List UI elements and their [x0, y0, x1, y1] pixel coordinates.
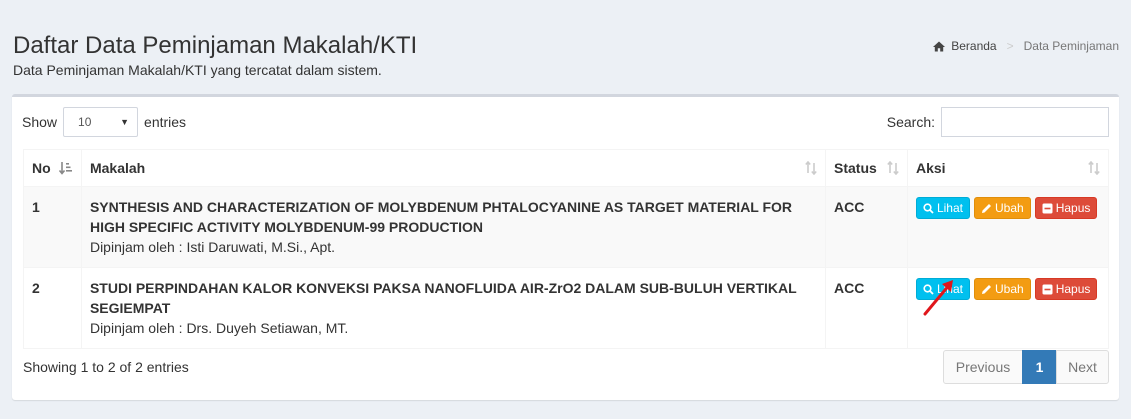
next-page-button[interactable]: Next — [1056, 350, 1109, 384]
table-top-controls: Show 10 ▼ entries Search: — [22, 106, 1109, 138]
column-header-status[interactable]: Status — [825, 149, 908, 187]
delete-button-label: Hapus — [1055, 282, 1091, 296]
view-button[interactable]: Lihat — [915, 278, 970, 300]
minus-square-icon — [1042, 203, 1053, 213]
sort-both-icon — [887, 160, 899, 178]
column-header-label: No — [32, 160, 51, 176]
sort-asc-icon — [58, 161, 73, 178]
makalah-cell: STUDI PERPINDAHAN KALOR KONVEKSI PAKSA N… — [80, 267, 827, 349]
delete-button-label: Hapus — [1055, 201, 1091, 215]
breadcrumb-separator: > — [1006, 39, 1014, 53]
breadcrumb-current: Data Peminjaman — [1023, 39, 1119, 53]
search-input[interactable] — [941, 107, 1109, 137]
table-info: Showing 1 to 2 of 2 entries — [23, 359, 189, 375]
home-icon — [933, 41, 946, 52]
current-page-button[interactable]: 1 — [1022, 350, 1057, 384]
column-header-label: Aksi — [915, 160, 946, 176]
action-buttons: Lihat Ubah Hapus — [915, 197, 1100, 219]
view-button[interactable]: Lihat — [915, 197, 970, 219]
status-cell: ACC — [825, 186, 908, 268]
edit-button-label: Ubah — [995, 201, 1024, 215]
pencil-icon — [982, 203, 991, 213]
search-control: Search: — [887, 107, 1109, 137]
table-bottom-controls: Showing 1 to 2 of 2 entries Previous 1 N… — [23, 350, 1109, 384]
makalah-title: STUDI PERPINDAHAN KALOR KONVEKSI PAKSA N… — [89, 280, 797, 316]
makalah-cell: SYNTHESIS AND CHARACTERIZATION OF MOLYBD… — [80, 186, 827, 268]
edit-button-label: Ubah — [995, 282, 1024, 296]
breadcrumb-home-link[interactable]: Beranda — [951, 39, 996, 53]
search-icon — [923, 283, 934, 295]
table-header-row: No Makalah Status Aksi — [23, 149, 1110, 187]
makalah-title: SYNTHESIS AND CHARACTERIZATION OF MOLYBD… — [89, 199, 793, 235]
data-table: No Makalah Status Aksi 1 SYNTHESIS AND C… — [23, 149, 1110, 349]
edit-button[interactable]: Ubah — [974, 197, 1031, 219]
column-header-makalah[interactable]: Makalah — [80, 149, 827, 187]
row-number: 2 — [23, 267, 82, 349]
caret-down-icon: ▼ — [120, 117, 130, 127]
search-label: Search: — [886, 114, 935, 130]
pagination: Previous 1 Next — [943, 350, 1109, 384]
column-header-no[interactable]: No — [23, 149, 82, 187]
entries-select[interactable]: 10 ▼ — [63, 107, 139, 137]
show-label: Show — [22, 114, 58, 130]
delete-button[interactable]: Hapus — [1034, 278, 1098, 300]
delete-button[interactable]: Hapus — [1034, 197, 1098, 219]
column-header-label: Makalah — [89, 160, 146, 176]
sort-both-icon — [1088, 160, 1100, 178]
action-buttons: Lihat Ubah Hapus — [915, 278, 1100, 300]
makalah-borrower: Dipinjam oleh : Drs. Duyeh Setiawan, MT. — [89, 320, 349, 336]
pencil-icon — [982, 284, 991, 294]
view-button-label: Lihat — [936, 201, 963, 215]
view-button-label: Lihat — [936, 282, 963, 296]
minus-square-icon — [1042, 284, 1053, 294]
search-icon — [923, 202, 934, 214]
actions-cell: Lihat Ubah Hapus — [906, 267, 1110, 349]
column-header-label: Status — [834, 160, 877, 176]
makalah-borrower: Dipinjam oleh : Isti Daruwati, M.Si., Ap… — [89, 239, 336, 255]
table-row: 2 STUDI PERPINDAHAN KALOR KONVEKSI PAKSA… — [23, 267, 1110, 349]
content-header: Daftar Data Peminjaman Makalah/KTI Data … — [0, 0, 1131, 94]
edit-button[interactable]: Ubah — [974, 278, 1031, 300]
breadcrumb: Beranda > Data Peminjaman — [933, 39, 1119, 53]
entries-length-control: Show 10 ▼ entries — [22, 107, 186, 137]
previous-page-button[interactable]: Previous — [943, 350, 1023, 384]
entries-label: entries — [144, 114, 187, 130]
data-box: Show 10 ▼ entries Search: No Makalah Sta… — [12, 94, 1119, 400]
sort-both-icon — [805, 160, 817, 178]
actions-cell: Lihat Ubah Hapus — [906, 186, 1110, 268]
entries-select-value: 10 — [78, 115, 92, 129]
status-cell: ACC — [825, 267, 908, 349]
column-header-aksi[interactable]: Aksi — [906, 149, 1110, 187]
table-row: 1 SYNTHESIS AND CHARACTERIZATION OF MOLY… — [23, 186, 1110, 268]
row-number: 1 — [23, 186, 82, 268]
page-subtitle: Data Peminjaman Makalah/KTI yang tercata… — [13, 62, 382, 78]
